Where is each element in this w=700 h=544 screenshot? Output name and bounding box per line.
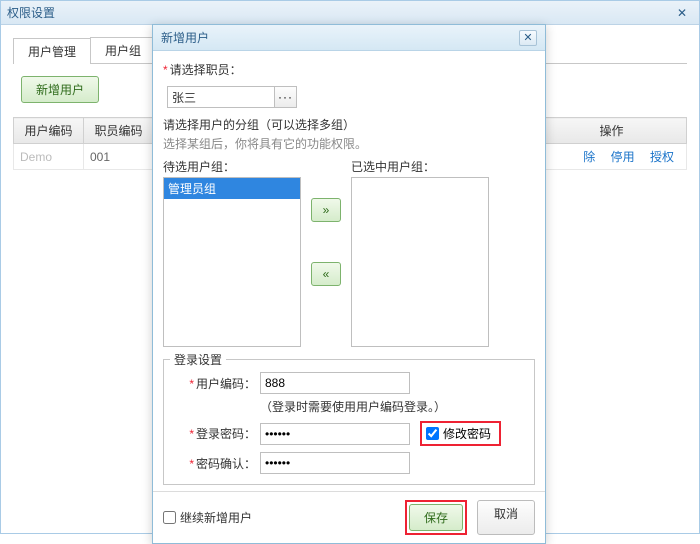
move-left-button[interactable]: « <box>311 262 341 286</box>
employee-picker: ··· <box>167 86 297 108</box>
modify-password-checkbox[interactable] <box>426 427 439 440</box>
save-button[interactable]: 保存 <box>409 504 463 531</box>
required-asterisk-icon: * <box>189 427 194 441</box>
chevron-double-right-icon: » <box>323 203 330 217</box>
parent-title: 权限设置 <box>7 4 55 21</box>
dialog-footer: 继续新增用户 保存 取消 <box>153 491 545 543</box>
modify-password-highlight: 修改密码 <box>420 421 501 446</box>
col-emp-code: 职员编码 <box>84 118 154 144</box>
modify-password-label: 修改密码 <box>443 425 491 442</box>
confirm-password-label: 密码确认： <box>196 457 256 471</box>
employee-input[interactable] <box>167 86 275 108</box>
selected-groups-listbox[interactable] <box>351 177 489 347</box>
add-user-dialog: 新增用户 ✕ * 请选择职员： ··· 请选择用户的分组（可以选择多组） 选择某… <box>152 24 546 544</box>
cancel-button[interactable]: 取消 <box>477 500 535 535</box>
row-action-auth[interactable]: 授权 <box>650 150 674 164</box>
login-settings-group: 登录设置 *用户编码： （登录时需要使用用户编码登录。） *登录密码： 修改密码… <box>163 359 535 485</box>
move-right-button[interactable]: » <box>311 198 341 222</box>
required-asterisk-icon: * <box>163 63 168 77</box>
row-action-disable[interactable]: 停用 <box>611 150 635 164</box>
row-action-delete[interactable]: 除 <box>583 150 595 164</box>
confirm-password-input[interactable] <box>260 452 410 474</box>
dialog-titlebar: 新增用户 ✕ <box>153 25 545 51</box>
cell-user-code: Demo <box>14 144 84 170</box>
required-asterisk-icon: * <box>189 377 194 391</box>
list-item[interactable]: 管理员组 <box>164 178 300 199</box>
col-user-code: 用户编码 <box>14 118 84 144</box>
employee-lookup-button[interactable]: ··· <box>275 86 297 108</box>
cell-emp-code: 001 <box>84 144 154 170</box>
continue-add-checkbox[interactable] <box>163 511 176 524</box>
login-settings-legend: 登录设置 <box>170 351 226 368</box>
select-employee-label: 请选择职员： <box>170 61 242 78</box>
user-code-note: （登录时需要使用用户编码登录。） <box>260 398 526 415</box>
password-input[interactable] <box>260 423 410 445</box>
available-groups-listbox[interactable]: 管理员组 <box>163 177 301 347</box>
tab-user-management[interactable]: 用户管理 <box>13 38 91 64</box>
user-code-label: 用户编码： <box>196 377 256 391</box>
continue-add-label: 继续新增用户 <box>180 509 252 526</box>
parent-titlebar: 权限设置 ✕ <box>1 1 699 25</box>
group-hint: 请选择用户的分组（可以选择多组） <box>163 116 535 133</box>
group-subhint: 选择某组后，你将具有它的功能权限。 <box>163 135 535 152</box>
selected-groups-label: 已选中用户组： <box>351 158 489 175</box>
tab-user-group[interactable]: 用户组 <box>90 37 156 63</box>
user-code-input[interactable] <box>260 372 410 394</box>
chevron-double-left-icon: « <box>323 267 330 281</box>
password-label: 登录密码： <box>196 427 256 441</box>
dialog-title: 新增用户 <box>161 29 209 46</box>
save-button-highlight: 保存 <box>405 500 467 535</box>
parent-close-button[interactable]: ✕ <box>671 5 693 21</box>
available-groups-label: 待选用户组： <box>163 158 301 175</box>
required-asterisk-icon: * <box>189 457 194 471</box>
dialog-close-button[interactable]: ✕ <box>519 30 537 46</box>
add-user-button[interactable]: 新增用户 <box>21 76 99 103</box>
col-actions: 操作 <box>537 118 687 144</box>
